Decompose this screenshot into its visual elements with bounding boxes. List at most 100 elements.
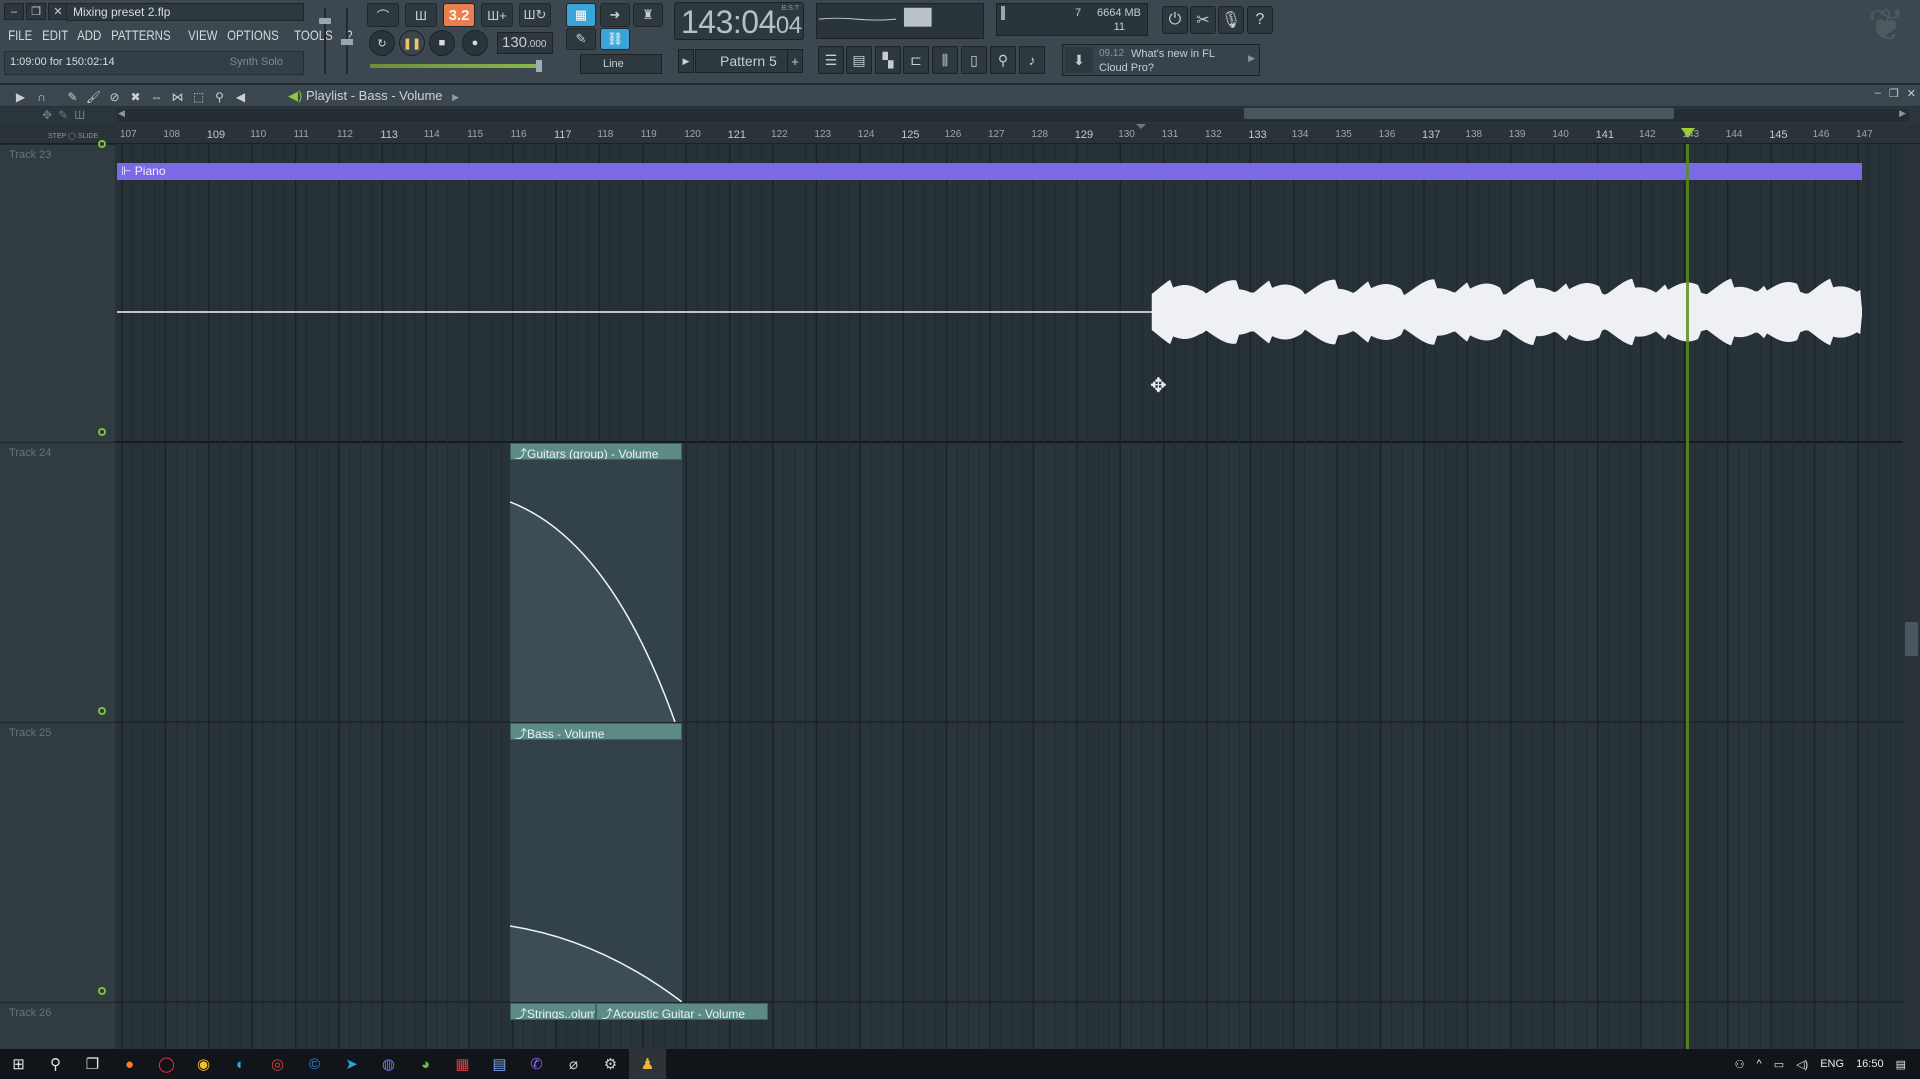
tray-expand-icon[interactable]: ^ xyxy=(1757,1058,1762,1070)
playlist-minimize-icon[interactable]: – xyxy=(1875,87,1881,100)
playback-icon[interactable]: ◀ xyxy=(232,88,249,105)
plugin-picker-icon[interactable]: ⚲ xyxy=(990,46,1016,74)
opera-gx-icon[interactable]: ◎ xyxy=(259,1049,296,1079)
link-icon[interactable]: ⛓ xyxy=(600,28,630,50)
volume-icon[interactable]: ◁) xyxy=(1796,1058,1808,1071)
move-icon[interactable]: ✥ xyxy=(42,108,52,122)
automation-clip-strings[interactable]: ⤴Strings..olume xyxy=(510,1003,596,1020)
grid-icon[interactable]: Ш xyxy=(74,108,85,122)
discord-icon[interactable]: ◍ xyxy=(370,1049,407,1079)
telegram-icon[interactable]: ➤ xyxy=(333,1049,370,1079)
multilink-icon[interactable]: ♜ xyxy=(633,3,663,27)
task-view-icon[interactable]: ❐ xyxy=(74,1049,111,1079)
track-header[interactable]: Track 24 xyxy=(0,442,115,722)
people-icon[interactable]: ⚇ xyxy=(1735,1058,1745,1071)
tools-icon[interactable]: ✂ xyxy=(1190,6,1216,34)
arrow-right-icon[interactable]: ➜ xyxy=(600,3,630,27)
minimize-icon[interactable]: – xyxy=(4,3,24,20)
playlist-view-icon[interactable]: ☰ xyxy=(818,46,844,74)
menu-file[interactable]: FILE xyxy=(4,25,36,45)
automation-clip-body[interactable] xyxy=(509,460,682,723)
song-position-display[interactable]: 143:0404 B:S:T xyxy=(674,2,804,40)
automation-clip-bass[interactable]: ⤴Bass - Volume xyxy=(510,723,682,740)
step-edit-icon[interactable]: Ш+ xyxy=(481,3,513,27)
wait-input-icon[interactable]: Ш xyxy=(405,3,437,27)
scroll-left-icon[interactable]: ◀ xyxy=(118,108,125,119)
vertical-scroll-thumb[interactable] xyxy=(1905,622,1918,656)
project-picker-icon[interactable]: ▯ xyxy=(961,46,987,74)
slip-icon[interactable]: ⇔ xyxy=(148,88,165,105)
pattern-arrow-icon[interactable]: ▶ xyxy=(678,49,694,73)
menu-view[interactable]: VIEW xyxy=(184,25,222,45)
pause-icon[interactable]: ❚❚ xyxy=(399,30,425,56)
add-pattern-icon[interactable]: + xyxy=(787,49,803,73)
app-grid-icon[interactable]: ▦ xyxy=(444,1049,481,1079)
edge-icon[interactable]: ◐ xyxy=(222,1049,259,1079)
audio-clip-piano[interactable]: ⊩ Piano xyxy=(117,163,1862,180)
microphone-icon[interactable]: 🎙 xyxy=(1218,6,1244,34)
windows-start-icon[interactable]: ⊞ xyxy=(0,1049,37,1079)
automation-clip-acoustic-guitar[interactable]: ⤴Acoustic Guitar - Volume xyxy=(596,1003,768,1020)
playlist-title[interactable]: ◀) Playlist - Bass - Volume ▶ xyxy=(288,88,459,104)
menu-edit[interactable]: EDIT xyxy=(38,25,72,45)
track-header[interactable]: Track 23 xyxy=(0,140,115,442)
horizontal-scroll-thumb[interactable] xyxy=(1244,108,1674,119)
chrome-icon[interactable]: ◉ xyxy=(185,1049,222,1079)
browser-view-icon[interactable]: ⊏ xyxy=(903,46,929,74)
ccleaner-icon[interactable]: © xyxy=(296,1049,333,1079)
track-header[interactable]: Track 26 xyxy=(0,1002,115,1049)
help-icon[interactable]: ? xyxy=(1247,6,1273,34)
news-panel[interactable]: ⬇ 09.12 What's new in FL Cloud Pro? ▶ xyxy=(1062,44,1260,76)
track-header[interactable]: Track 25 xyxy=(0,722,115,1002)
touch-keyboard-icon[interactable]: ♪ xyxy=(1019,46,1045,74)
typing-keyboard-icon[interactable]: ▦ xyxy=(566,3,596,27)
mute-tool-icon[interactable]: ✖ xyxy=(127,88,144,105)
restore-icon[interactable]: ❐ xyxy=(26,3,46,20)
playlist-maximize-icon[interactable]: ❐ xyxy=(1889,87,1899,100)
timeline-ruler[interactable]: STEP ◯ SLIDE 107 108 109 110 111 112 113 114 115… xyxy=(0,124,1920,144)
playlist-close-icon[interactable]: ✕ xyxy=(1907,87,1916,100)
metronome-icon[interactable]: ⌒ xyxy=(367,3,399,27)
tempo-display[interactable]: 130.000 xyxy=(497,32,553,54)
pencil-icon[interactable]: ✎ xyxy=(64,88,81,105)
notifications-icon[interactable]: ▤ xyxy=(1896,1058,1906,1071)
menu-add[interactable]: ADD xyxy=(73,25,105,45)
settings-app-icon[interactable]: ⚙ xyxy=(592,1049,629,1079)
snap-select[interactable]: Line xyxy=(580,54,662,74)
network-icon[interactable]: ▭ xyxy=(1774,1058,1784,1071)
scroll-right-icon[interactable]: ▶ xyxy=(1899,108,1906,119)
mixer-view-icon[interactable]: ⫼ xyxy=(932,46,958,74)
track-enable-icon[interactable] xyxy=(98,987,106,995)
automation-clip-body[interactable] xyxy=(509,740,683,1003)
opera-icon[interactable]: ◯ xyxy=(148,1049,185,1079)
channel-rack-view-icon[interactable]: ▚ xyxy=(875,46,901,74)
magnet-icon[interactable]: ∩ xyxy=(33,88,50,105)
track-enable-icon[interactable] xyxy=(98,428,106,436)
loop-icon[interactable]: ↻ xyxy=(369,30,395,56)
viber-icon[interactable]: ✆ xyxy=(518,1049,555,1079)
brush-icon[interactable]: 🖌 xyxy=(85,88,102,105)
delete-icon[interactable]: ⊘ xyxy=(106,88,123,105)
menu-patterns[interactable]: PATTERNS xyxy=(107,25,175,45)
track-enable-icon[interactable] xyxy=(98,707,106,715)
audio-tool-icon[interactable]: ⌀ xyxy=(555,1049,592,1079)
stop-icon[interactable]: ■ xyxy=(429,30,455,56)
close-icon[interactable]: ✕ xyxy=(48,3,68,20)
draw-icon[interactable]: ✎ xyxy=(566,28,596,50)
download-icon[interactable]: ⬇ xyxy=(1065,47,1093,73)
track-enable-icon[interactable] xyxy=(98,140,106,148)
whatsapp-icon[interactable]: ◕ xyxy=(407,1049,444,1079)
master-pitch-slider[interactable] xyxy=(340,6,354,76)
search-icon[interactable]: ⚲ xyxy=(37,1049,74,1079)
power-icon[interactable]: ⏻ xyxy=(1162,6,1188,34)
playlist-grid[interactable]: ⊩ Piano ⤴Guitars (group) - Volume ⤴Bass … xyxy=(115,144,1903,1049)
vertical-scrollbar[interactable] xyxy=(1903,144,1920,1049)
zoom-icon[interactable]: ⚲ xyxy=(211,88,228,105)
notepad-icon[interactable]: ▤ xyxy=(481,1049,518,1079)
automation-clip-guitars[interactable]: ⤴Guitars (group) - Volume xyxy=(510,443,682,460)
countdown-icon[interactable]: 3.2 xyxy=(443,3,475,27)
pencil-small-icon[interactable]: ✎ xyxy=(58,108,68,122)
slice-icon[interactable]: ⋈ xyxy=(169,88,186,105)
language-indicator[interactable]: ENG xyxy=(1820,1058,1844,1070)
clock[interactable]: 16:50 xyxy=(1856,1058,1884,1070)
